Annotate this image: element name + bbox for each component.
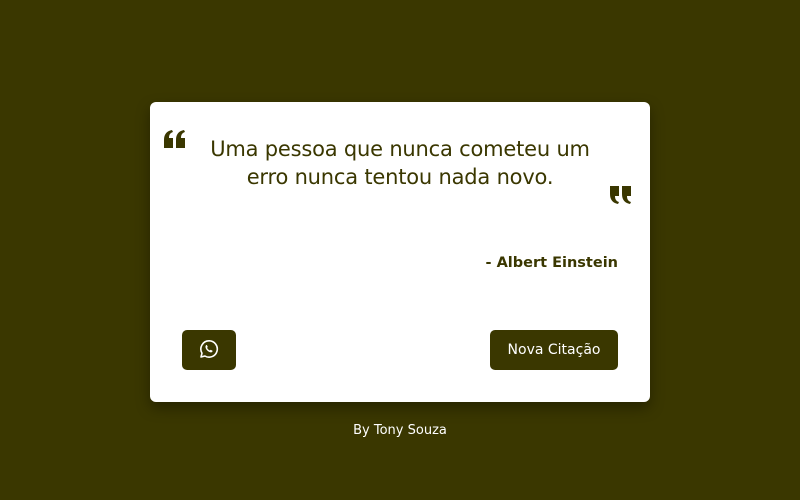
quote-close-icon <box>610 186 632 204</box>
share-whatsapp-button[interactable] <box>182 330 236 370</box>
new-quote-button[interactable]: Nova Citação <box>490 330 618 370</box>
quote-author: - Albert Einstein <box>485 255 619 271</box>
whatsapp-icon <box>199 339 219 362</box>
quote-card: Uma pessoa que nunca cometeu um erro nun… <box>150 102 650 402</box>
quote-text: Uma pessoa que nunca cometeu um erro nun… <box>210 137 590 189</box>
author-credit: By Tony Souza <box>353 423 447 438</box>
quote-open-icon <box>164 130 186 148</box>
